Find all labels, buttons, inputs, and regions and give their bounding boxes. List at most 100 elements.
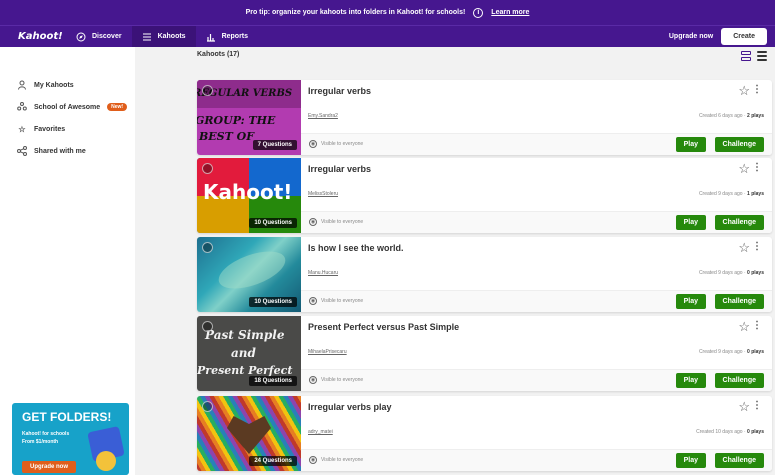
card-footer: ◉ Visible to everyone Play Challenge xyxy=(301,369,772,391)
select-checkbox[interactable] xyxy=(202,321,213,332)
kahoot-author[interactable]: MihaelaPrisecaru xyxy=(308,349,347,355)
kahoot-thumbnail: 24 Questions xyxy=(197,396,301,471)
play-button[interactable]: Play xyxy=(675,453,706,468)
nav-discover-label: Discover xyxy=(92,33,122,40)
favorite-star-icon[interactable]: ☆ xyxy=(738,399,750,415)
eye-icon: ◉ xyxy=(309,218,317,226)
sidebar-item-label: Favorites xyxy=(34,125,66,133)
select-checkbox[interactable] xyxy=(202,163,213,174)
kahoot-logo[interactable]: Kahoot! xyxy=(18,31,63,42)
thumbnail-text: Past Simple xyxy=(205,328,285,342)
card-footer: ◉ Visible to everyone Play Challenge xyxy=(301,290,772,312)
kahoot-thumbnail: 10 Questions xyxy=(197,237,301,312)
kahoot-title[interactable]: Irregular verbs play xyxy=(308,402,392,412)
create-button[interactable]: Create xyxy=(721,28,767,45)
kahoot-card[interactable]: Kahoot! 10 Questions Irregular verbs Mel… xyxy=(197,158,772,233)
more-options-icon[interactable]: ⋮ xyxy=(752,162,762,173)
kahoot-author[interactable]: Manu.Hucaru xyxy=(308,270,338,276)
person-icon xyxy=(17,80,27,90)
kahoot-thumbnail: Past Simple and Present Perfect 18 Quest… xyxy=(197,316,301,391)
sidebar-item-label: My Kahoots xyxy=(34,81,74,89)
sidebar-item-label: School of Awesome xyxy=(34,103,101,111)
new-badge: New! xyxy=(107,103,128,111)
sidebar-item-label: Shared with me xyxy=(34,147,86,155)
select-checkbox[interactable] xyxy=(202,85,213,96)
challenge-button[interactable]: Challenge xyxy=(714,453,764,468)
kahoot-card[interactable]: Past Simple and Present Perfect 18 Quest… xyxy=(197,316,772,391)
eye-icon: ◉ xyxy=(309,376,317,384)
select-checkbox[interactable] xyxy=(202,401,213,412)
question-count: 18 Questions xyxy=(249,376,297,386)
play-button[interactable]: Play xyxy=(675,137,706,152)
promo-upgrade-button[interactable]: Upgrade now xyxy=(22,461,77,473)
promo-card-title: GET FOLDERS! xyxy=(22,410,112,424)
nav-kahoots[interactable]: Kahoots xyxy=(131,26,196,47)
kahoots-count-title: Kahoots (17) xyxy=(197,51,240,58)
play-button[interactable]: Play xyxy=(675,215,706,230)
card-footer: ◉ Visible to everyone Play Challenge xyxy=(301,211,772,233)
thumbnail-text: and xyxy=(231,346,256,360)
promo-card-subtitle: Kahoot! for schools From $1/month xyxy=(22,431,70,445)
visibility-status: ◉ Visible to everyone xyxy=(309,297,364,305)
challenge-button[interactable]: Challenge xyxy=(714,373,764,388)
visibility-status: ◉ Visible to everyone xyxy=(309,218,364,226)
kahoot-author[interactable]: MelissStoleru xyxy=(308,191,338,197)
promo-banner: Pro tip: organize your kahoots into fold… xyxy=(0,0,775,26)
kahoot-card[interactable]: REGULAR VERBS GROUP: THE BEST OF 7 Quest… xyxy=(197,80,772,155)
kahoot-thumbnail: REGULAR VERBS GROUP: THE BEST OF 7 Quest… xyxy=(197,80,301,155)
select-checkbox[interactable] xyxy=(202,242,213,253)
thumbnail-text: Kahoot! xyxy=(203,180,293,204)
sidebar-item-school[interactable]: School of Awesome New! xyxy=(17,102,128,112)
list-view-icon[interactable] xyxy=(741,51,751,61)
sidebar-item-shared[interactable]: Shared with me xyxy=(17,146,86,156)
more-options-icon[interactable]: ⋮ xyxy=(752,400,762,411)
get-folders-promo: GET FOLDERS! Kahoot! for schools From $1… xyxy=(12,403,129,475)
thumbnail-text: BEST OF xyxy=(199,130,255,143)
folder-illustration-accent xyxy=(96,451,116,471)
card-footer: ◉ Visible to everyone Play Challenge xyxy=(301,449,772,471)
info-icon[interactable]: i xyxy=(473,7,484,18)
more-options-icon[interactable]: ⋮ xyxy=(752,241,762,252)
kahoot-author[interactable]: Emy.Sandra2 xyxy=(308,113,338,119)
share-icon xyxy=(17,146,27,156)
kahoot-title[interactable]: Irregular verbs xyxy=(308,164,371,174)
kahoot-meta: Created 9 days ago · 0 plays xyxy=(698,349,764,355)
eye-icon: ◉ xyxy=(309,297,317,305)
visibility-status: ◉ Visible to everyone xyxy=(309,376,364,384)
visibility-status: ◉ Visible to everyone xyxy=(309,140,364,148)
favorite-star-icon[interactable]: ☆ xyxy=(738,161,750,177)
nav-discover[interactable]: Discover xyxy=(66,26,132,47)
favorite-star-icon[interactable]: ☆ xyxy=(738,240,750,256)
kahoot-thumbnail: Kahoot! 10 Questions xyxy=(197,158,301,233)
play-button[interactable]: Play xyxy=(675,294,706,309)
kahoot-author[interactable]: adry_matei xyxy=(308,429,333,435)
compact-view-icon[interactable] xyxy=(757,51,767,61)
nav-kahoots-label: Kahoots xyxy=(157,33,186,40)
play-button[interactable]: Play xyxy=(675,373,706,388)
kahoot-meta: Created 10 days ago · 0 plays xyxy=(696,429,764,435)
nav-reports[interactable]: Reports xyxy=(196,26,258,47)
more-options-icon[interactable]: ⋮ xyxy=(752,320,762,331)
kahoot-title[interactable]: Is how I see the world. xyxy=(308,243,404,253)
kahoot-meta: Created 6 days ago · 2 plays xyxy=(698,113,764,119)
challenge-button[interactable]: Challenge xyxy=(714,215,764,230)
challenge-button[interactable]: Challenge xyxy=(714,137,764,152)
kahoot-title[interactable]: Present Perfect versus Past Simple xyxy=(308,322,459,332)
upgrade-now-link[interactable]: Upgrade now xyxy=(661,33,721,40)
sidebar-item-favorites[interactable]: ☆ Favorites xyxy=(17,124,65,134)
sidebar-item-my-kahoots[interactable]: My Kahoots xyxy=(17,80,74,90)
thumbnail-text: GROUP: THE xyxy=(197,114,276,127)
kahoot-card[interactable]: 10 Questions Is how I see the world. Man… xyxy=(197,237,772,312)
question-count: 10 Questions xyxy=(249,218,297,228)
challenge-button[interactable]: Challenge xyxy=(714,294,764,309)
more-options-icon[interactable]: ⋮ xyxy=(752,84,762,95)
bar-chart-icon xyxy=(206,32,216,42)
card-footer: ◉ Visible to everyone Play Challenge xyxy=(301,133,772,155)
kahoot-card[interactable]: 24 Questions Irregular verbs play adry_m… xyxy=(197,396,772,471)
learn-more-link[interactable]: Learn more xyxy=(491,9,529,16)
kahoot-title[interactable]: Irregular verbs xyxy=(308,86,371,96)
kahoot-meta: Created 9 days ago · 0 plays xyxy=(698,270,764,276)
favorite-star-icon[interactable]: ☆ xyxy=(738,83,750,99)
favorite-star-icon[interactable]: ☆ xyxy=(738,319,750,335)
star-icon: ☆ xyxy=(18,124,26,134)
